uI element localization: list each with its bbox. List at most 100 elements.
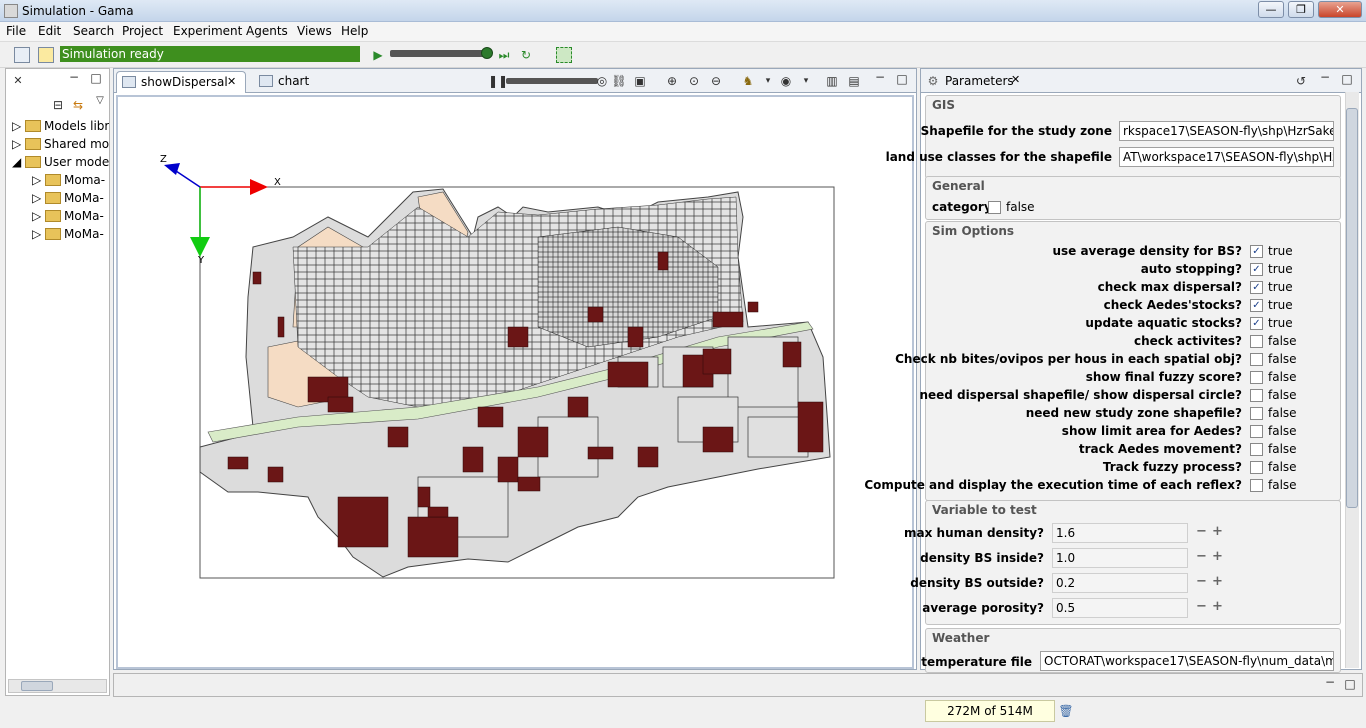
sim-option-checkbox[interactable]: ✓ (1250, 299, 1263, 312)
sim-option-checkbox[interactable]: ✓ (1250, 245, 1263, 258)
navigator-close-icon[interactable]: ✕ (10, 73, 26, 89)
speed-slider-knob[interactable] (481, 47, 493, 59)
display-slider-knob[interactable]: ◎ (594, 73, 610, 89)
temperature-field[interactable]: OCTORAT\workspace17\SEASON-fly\num_data\… (1040, 651, 1334, 671)
decrement-button[interactable]: − (1196, 599, 1207, 614)
sim-option-checkbox[interactable] (1250, 443, 1263, 456)
tab-chart[interactable]: chart (254, 71, 334, 93)
sim-option-checkbox[interactable] (1250, 335, 1263, 348)
zoom-in-icon[interactable]: ⊕ (664, 73, 680, 89)
zoom-out-icon[interactable]: ⊖ (708, 73, 724, 89)
agents-icon[interactable]: ♞ (740, 73, 756, 89)
side-panel-icon[interactable]: ▥ (824, 73, 840, 89)
tree-models-library[interactable]: ▷ Models libr (12, 119, 109, 137)
group-weather-title[interactable]: Weather (932, 631, 989, 645)
agents-dropdown-icon[interactable]: ▾ (760, 73, 776, 89)
maximize-view-icon[interactable]: □ (88, 70, 104, 86)
menu-project[interactable]: Project (122, 24, 163, 38)
maximize-view-icon[interactable]: □ (1339, 71, 1355, 87)
menu-help[interactable]: Help (341, 24, 368, 38)
sim-option-checkbox[interactable]: ✓ (1250, 281, 1263, 294)
minimize-view-icon[interactable]: − (1317, 69, 1333, 85)
tree-project[interactable]: ▷ MoMa- (32, 227, 104, 245)
group-gis-title[interactable]: GIS (932, 98, 955, 112)
collapse-all-icon[interactable]: ⊟ (50, 97, 66, 113)
sim-option-checkbox[interactable]: ✓ (1250, 317, 1263, 330)
variable-input[interactable]: 0.2 (1052, 573, 1188, 593)
gear-icon: ⚙ (927, 74, 939, 88)
sim-option-checkbox[interactable] (1250, 407, 1263, 420)
decrement-button[interactable]: − (1196, 524, 1207, 539)
minimize-view-icon[interactable]: − (872, 69, 888, 85)
tab-close-icon[interactable]: ✕ (227, 72, 236, 92)
maximize-view-icon[interactable]: □ (1342, 676, 1358, 692)
variable-input[interactable]: 1.0 (1052, 548, 1188, 568)
tab-showdispersal[interactable]: showDispersal ✕ (116, 71, 246, 93)
maximize-view-icon[interactable]: □ (894, 71, 910, 87)
menu-search[interactable]: Search (73, 24, 114, 38)
minimize-button[interactable]: — (1258, 1, 1284, 18)
zoom-fit-icon[interactable]: ⊙ (686, 73, 702, 89)
maximize-button[interactable]: ❐ (1288, 1, 1314, 18)
link-editor-icon[interactable]: ⇆ (70, 97, 86, 113)
group-sim-options-title[interactable]: Sim Options (932, 224, 1014, 238)
globe-dropdown-icon[interactable]: ▾ (798, 73, 814, 89)
map-svg[interactable]: X Y Z (118, 97, 912, 667)
close-button[interactable]: ✕ (1318, 1, 1362, 18)
view-menu-icon[interactable]: ▽ (92, 93, 108, 109)
increment-button[interactable]: + (1212, 574, 1223, 589)
tree-project[interactable]: ▷ MoMa- (32, 209, 104, 227)
overlay-icon[interactable]: ▤ (846, 73, 862, 89)
horizontal-scrollbar[interactable] (8, 679, 107, 693)
minimize-view-icon[interactable]: − (1322, 674, 1338, 690)
new-model-icon[interactable] (14, 47, 30, 63)
display-slider-track[interactable] (506, 78, 598, 84)
sim-option-checkbox[interactable] (1250, 371, 1263, 384)
step-icon[interactable]: ⏭ (496, 47, 512, 63)
reload-icon[interactable]: ↻ (518, 47, 534, 63)
menu-experiment[interactable]: Experiment (173, 24, 242, 38)
group-general-title[interactable]: General (932, 179, 985, 193)
snapshot-icon[interactable]: ▣ (632, 73, 648, 89)
speed-slider-track[interactable] (390, 50, 485, 57)
sync-icon[interactable]: ⛓ (611, 73, 627, 89)
group-variable-title[interactable]: Variable to test (932, 503, 1037, 517)
tree-project[interactable]: ▷ MoMa- (32, 191, 104, 209)
tree-shared-models[interactable]: ▷ Shared mo (12, 137, 109, 155)
decrement-button[interactable]: − (1196, 574, 1207, 589)
menu-agents[interactable]: Agents (246, 24, 288, 38)
scrollbar-thumb[interactable] (21, 681, 53, 691)
sim-option-checkbox[interactable] (1250, 461, 1263, 474)
pause-icon[interactable]: ❚❚ (488, 73, 508, 89)
edit-model-icon[interactable] (38, 47, 54, 63)
menu-edit[interactable]: Edit (38, 24, 61, 38)
sim-option-checkbox[interactable] (1250, 353, 1263, 366)
decrement-button[interactable]: − (1196, 549, 1207, 564)
sim-option-checkbox[interactable] (1250, 389, 1263, 402)
tab-close-icon[interactable]: ✕ (1011, 73, 1020, 86)
parameters-tab-title[interactable]: Parameters (945, 74, 1014, 88)
layout-icon[interactable] (556, 47, 572, 63)
sim-option-checkbox[interactable] (1250, 479, 1263, 492)
sim-option-checkbox[interactable]: ✓ (1250, 263, 1263, 276)
menu-views[interactable]: Views (297, 24, 332, 38)
landuse-field[interactable]: AT\workspace17\SEASON-fly\shp\HzrSa (1119, 147, 1334, 167)
variable-input[interactable]: 1.6 (1052, 523, 1188, 543)
variable-input[interactable]: 0.5 (1052, 598, 1188, 618)
menu-file[interactable]: File (6, 24, 26, 38)
parameters-scrollbar-thumb[interactable] (1346, 108, 1358, 508)
tree-project[interactable]: ▷ Moma- (32, 173, 105, 191)
shapefile-field[interactable]: rkspace17\SEASON-fly\shp\HzrSaket\Cl (1119, 121, 1334, 141)
play-icon[interactable]: ▶ (370, 47, 386, 63)
map-canvas[interactable]: X Y Z (116, 95, 914, 669)
globe-icon[interactable]: ◉ (778, 73, 794, 89)
trash-icon[interactable]: 🗑 (1058, 703, 1074, 719)
minimize-view-icon[interactable]: − (66, 69, 82, 85)
increment-button[interactable]: + (1212, 599, 1223, 614)
tree-user-models[interactable]: ◢ User mode (12, 155, 109, 173)
category-checkbox[interactable] (988, 201, 1001, 214)
increment-button[interactable]: + (1212, 549, 1223, 564)
revert-icon[interactable]: ↺ (1293, 73, 1309, 89)
sim-option-checkbox[interactable] (1250, 425, 1263, 438)
increment-button[interactable]: + (1212, 524, 1223, 539)
